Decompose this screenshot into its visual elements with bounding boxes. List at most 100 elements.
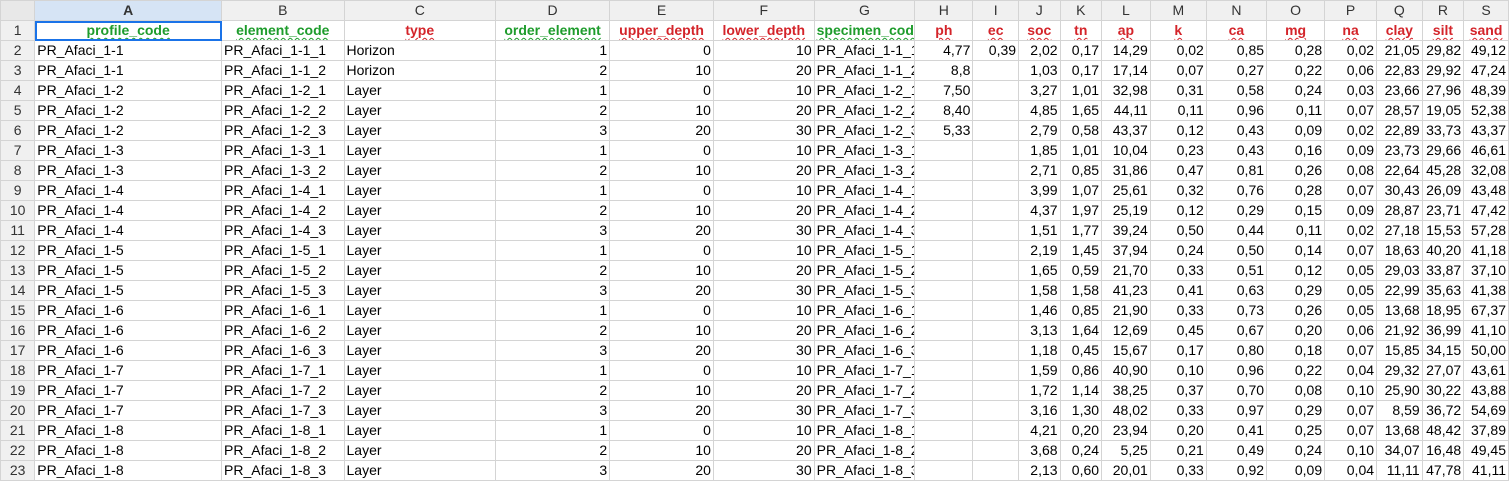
cell-e11[interactable]: 20: [609, 220, 714, 241]
cell-g2[interactable]: PR_Afaci_1-1_1: [813, 40, 916, 61]
cell-f7[interactable]: 10: [712, 140, 815, 161]
cell-b8[interactable]: PR_Afaci_1-3_2: [221, 160, 345, 181]
cell-o11[interactable]: 0,11: [1266, 220, 1326, 241]
cell-e5[interactable]: 10: [609, 100, 714, 121]
cell-f10[interactable]: 20: [712, 200, 815, 221]
cell-f4[interactable]: 10: [712, 80, 815, 101]
cell-j8[interactable]: 2,71: [1018, 160, 1061, 181]
cell-r11[interactable]: 15,53: [1421, 220, 1465, 241]
cell-e12[interactable]: 0: [609, 240, 714, 261]
cell-m22[interactable]: 0,21: [1149, 440, 1207, 461]
field-header-ap[interactable]: ap: [1101, 20, 1151, 41]
cell-g10[interactable]: PR_Afaci_1-4_2: [813, 200, 916, 221]
row-header-7[interactable]: 7: [0, 140, 36, 161]
cell-s11[interactable]: 57,28: [1463, 220, 1509, 241]
cell-p20[interactable]: 0,07: [1324, 400, 1378, 421]
cell-o19[interactable]: 0,08: [1266, 380, 1326, 401]
cell-g5[interactable]: PR_Afaci_1-2_2: [813, 100, 916, 121]
cell-f5[interactable]: 20: [712, 100, 815, 121]
cell-k17[interactable]: 0,45: [1059, 340, 1103, 361]
cell-b10[interactable]: PR_Afaci_1-4_2: [221, 200, 345, 221]
cell-k18[interactable]: 0,86: [1059, 360, 1103, 381]
field-header-element-code[interactable]: element_code: [221, 20, 345, 41]
cell-l16[interactable]: 12,69: [1101, 320, 1151, 341]
cell-m4[interactable]: 0,31: [1149, 80, 1207, 101]
cell-i7[interactable]: [972, 140, 1020, 161]
cell-g9[interactable]: PR_Afaci_1-4_1: [813, 180, 916, 201]
cell-f6[interactable]: 30: [712, 120, 815, 141]
cell-r18[interactable]: 27,07: [1421, 360, 1465, 381]
cell-s20[interactable]: 54,69: [1463, 400, 1509, 421]
cell-f22[interactable]: 20: [712, 440, 815, 461]
cell-p13[interactable]: 0,05: [1324, 260, 1378, 281]
cell-j21[interactable]: 4,21: [1018, 420, 1061, 441]
cell-f21[interactable]: 10: [712, 420, 815, 441]
cell-a16[interactable]: PR_Afaci_1-6: [34, 320, 223, 341]
cell-o21[interactable]: 0,25: [1266, 420, 1326, 441]
cell-d12[interactable]: 1: [495, 240, 611, 261]
cell-b11[interactable]: PR_Afaci_1-4_3: [221, 220, 345, 241]
cell-f14[interactable]: 30: [712, 280, 815, 301]
cell-a15[interactable]: PR_Afaci_1-6: [34, 300, 223, 321]
cell-k10[interactable]: 1,97: [1059, 200, 1103, 221]
column-header-g[interactable]: G: [813, 0, 916, 21]
cell-a3[interactable]: PR_Afaci_1-1: [34, 60, 223, 81]
cell-f2[interactable]: 10: [712, 40, 815, 61]
field-header-type[interactable]: type: [343, 20, 497, 41]
cell-d8[interactable]: 2: [495, 160, 611, 181]
cell-o8[interactable]: 0,26: [1266, 160, 1326, 181]
cell-b23[interactable]: PR_Afaci_1-8_3: [221, 460, 345, 481]
cell-n15[interactable]: 0,73: [1205, 300, 1268, 321]
cell-s9[interactable]: 43,48: [1463, 180, 1509, 201]
cell-h17[interactable]: [914, 340, 974, 361]
cell-g19[interactable]: PR_Afaci_1-7_2: [813, 380, 916, 401]
cell-s17[interactable]: 50,00: [1463, 340, 1509, 361]
cell-e3[interactable]: 10: [609, 60, 714, 81]
cell-c20[interactable]: Layer: [343, 400, 497, 421]
cell-i14[interactable]: [972, 280, 1020, 301]
cell-o10[interactable]: 0,15: [1266, 200, 1326, 221]
cell-i9[interactable]: [972, 180, 1020, 201]
cell-m19[interactable]: 0,37: [1149, 380, 1207, 401]
cell-b5[interactable]: PR_Afaci_1-2_2: [221, 100, 345, 121]
field-header-ca[interactable]: ca: [1205, 20, 1268, 41]
cell-l9[interactable]: 25,61: [1101, 180, 1151, 201]
cell-a18[interactable]: PR_Afaci_1-7: [34, 360, 223, 381]
cell-p14[interactable]: 0,05: [1324, 280, 1378, 301]
cell-s16[interactable]: 41,10: [1463, 320, 1509, 341]
cell-o2[interactable]: 0,28: [1266, 40, 1326, 61]
cell-d19[interactable]: 2: [495, 380, 611, 401]
cell-g3[interactable]: PR_Afaci_1-1_2: [813, 60, 916, 81]
cell-p6[interactable]: 0,02: [1324, 120, 1378, 141]
cell-j5[interactable]: 4,85: [1018, 100, 1061, 121]
cell-i15[interactable]: [972, 300, 1020, 321]
cell-l7[interactable]: 10,04: [1101, 140, 1151, 161]
column-header-s[interactable]: S: [1463, 0, 1509, 21]
cell-m8[interactable]: 0,47: [1149, 160, 1207, 181]
cell-f9[interactable]: 10: [712, 180, 815, 201]
row-header-11[interactable]: 11: [0, 220, 36, 241]
cell-l14[interactable]: 41,23: [1101, 280, 1151, 301]
field-header-tn[interactable]: tn: [1059, 20, 1103, 41]
cell-j18[interactable]: 1,59: [1018, 360, 1061, 381]
cell-d11[interactable]: 3: [495, 220, 611, 241]
cell-p15[interactable]: 0,05: [1324, 300, 1378, 321]
cell-f11[interactable]: 30: [712, 220, 815, 241]
cell-k12[interactable]: 1,45: [1059, 240, 1103, 261]
cell-l23[interactable]: 20,01: [1101, 460, 1151, 481]
cell-g22[interactable]: PR_Afaci_1-8_2: [813, 440, 916, 461]
column-header-m[interactable]: M: [1149, 0, 1207, 21]
cell-e14[interactable]: 20: [609, 280, 714, 301]
cell-j6[interactable]: 2,79: [1018, 120, 1061, 141]
cell-e21[interactable]: 0: [609, 420, 714, 441]
cell-k3[interactable]: 0,17: [1059, 60, 1103, 81]
cell-n22[interactable]: 0,49: [1205, 440, 1268, 461]
cell-l19[interactable]: 38,25: [1101, 380, 1151, 401]
cell-j7[interactable]: 1,85: [1018, 140, 1061, 161]
cell-e2[interactable]: 0: [609, 40, 714, 61]
cell-i10[interactable]: [972, 200, 1020, 221]
cell-a20[interactable]: PR_Afaci_1-7: [34, 400, 223, 421]
cell-c23[interactable]: Layer: [343, 460, 497, 481]
cell-l12[interactable]: 37,94: [1101, 240, 1151, 261]
row-header-3[interactable]: 3: [0, 60, 36, 81]
